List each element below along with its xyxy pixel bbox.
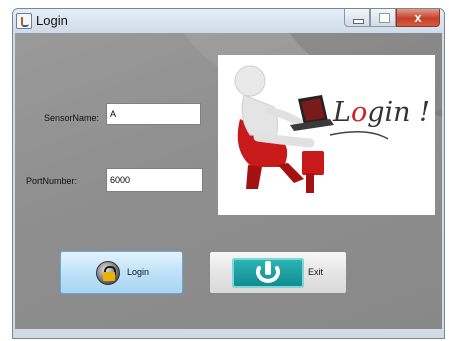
title-bar[interactable]: Login x bbox=[13, 9, 444, 33]
bottom-border bbox=[15, 329, 442, 335]
exit-button[interactable]: Exit bbox=[209, 251, 347, 294]
login-illustration: Login ! bbox=[218, 55, 435, 215]
window-title: Login bbox=[36, 13, 68, 28]
login-window: Login x SensorName: PortNumber: bbox=[12, 8, 445, 339]
power-icon bbox=[232, 258, 304, 288]
sensor-name-input[interactable] bbox=[106, 103, 201, 125]
login-caption-suffix: gin ! bbox=[367, 97, 430, 128]
person-at-laptop-image bbox=[234, 65, 389, 193]
port-number-input[interactable] bbox=[106, 168, 203, 192]
port-number-label: PortNumber: bbox=[26, 176, 78, 186]
login-button-label: Login bbox=[127, 267, 150, 277]
login-caption-prefix: L bbox=[333, 97, 351, 128]
maximize-button[interactable] bbox=[370, 9, 396, 27]
window-controls: x bbox=[344, 9, 440, 27]
sensor-name-label: SensorName: bbox=[44, 113, 100, 123]
content-panel: SensorName: PortNumber: bbox=[15, 33, 442, 335]
lock-icon bbox=[96, 261, 120, 285]
close-button[interactable]: x bbox=[396, 9, 440, 27]
minimize-button[interactable] bbox=[344, 9, 370, 27]
power-symbol bbox=[256, 261, 280, 283]
login-caption: Login ! bbox=[333, 97, 430, 128]
exit-button-label: Exit bbox=[308, 267, 324, 277]
java-cup-icon bbox=[16, 13, 32, 29]
login-button[interactable]: Login bbox=[60, 251, 183, 294]
login-caption-o: o bbox=[350, 97, 368, 128]
